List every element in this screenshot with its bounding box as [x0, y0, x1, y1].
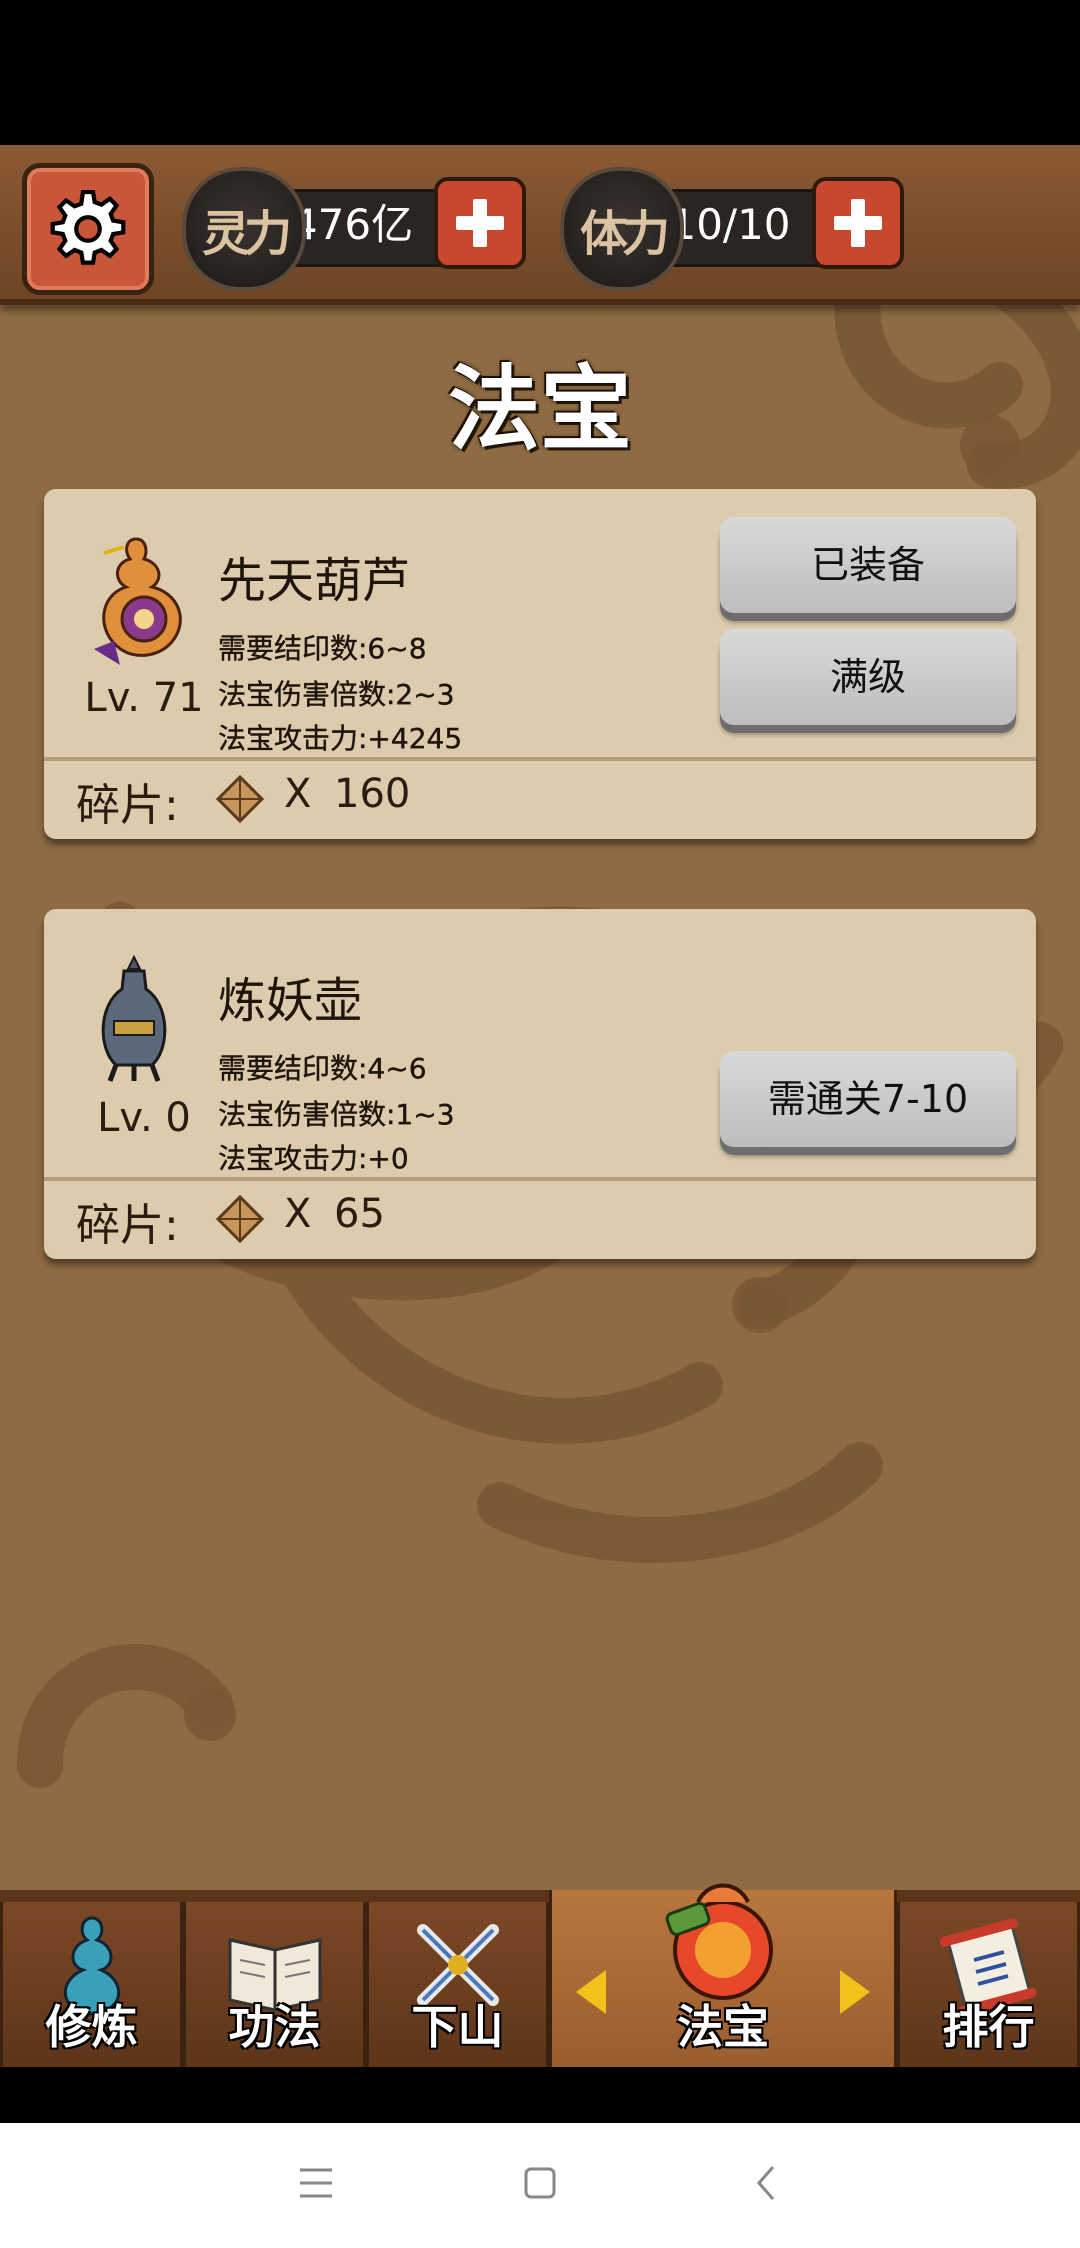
- screen-bottom-band: [0, 2067, 1080, 2123]
- max-level-button[interactable]: 满级: [720, 629, 1016, 725]
- page-title: 法宝: [447, 356, 632, 463]
- treasure-card-gourd: Lv. 71 先天葫芦 需要结印数:6~8 法宝伤害倍数:2~3 法宝攻击力:+…: [44, 489, 1036, 839]
- shard-row: 碎片: X 160: [44, 761, 1036, 837]
- tab-treasure[interactable]: 法宝: [549, 1883, 897, 2067]
- menu-icon[interactable]: [286, 2153, 346, 2213]
- treasure-info: Lv. 71 先天葫芦 需要结印数:6~8 法宝伤害倍数:2~3 法宝攻击力:+…: [44, 489, 1036, 761]
- item-name: 炼妖壶: [218, 973, 363, 1029]
- stamina-icon: 体力: [560, 167, 684, 291]
- tab-label: 修炼: [45, 2000, 138, 2054]
- shard-count: 65: [334, 1191, 385, 1237]
- treasure-info: Lv. 0 炼妖壶 需要结印数:4~6 法宝伤害倍数:1~3 法宝攻击力:+0 …: [44, 909, 1036, 1181]
- add-spirit-button[interactable]: [434, 177, 526, 269]
- resource-bar: 476亿 灵力 10/10 体力: [0, 145, 1080, 305]
- stat-attack: 法宝攻击力:+4245: [218, 722, 463, 755]
- shard-icon: [215, 1194, 265, 1244]
- tab-cultivate[interactable]: 修炼: [0, 1902, 183, 2067]
- tab-skills[interactable]: 功法: [183, 1902, 366, 2067]
- bottom-nav: 修炼 功法 下山 法宝 排行: [0, 1883, 1080, 2067]
- shard-label: 碎片:: [76, 780, 179, 831]
- gear-icon: [50, 189, 126, 265]
- add-stamina-button[interactable]: [812, 177, 904, 269]
- status-bar: [0, 0, 1080, 145]
- unlock-requirement-button[interactable]: 需通关7-10: [720, 1051, 1016, 1147]
- tab-label: 下山: [411, 2000, 504, 2054]
- stat-damage-multiplier: 法宝伤害倍数:2~3: [218, 678, 455, 711]
- shard-icon: [215, 774, 265, 824]
- shard-row: 碎片: X 65: [44, 1181, 1036, 1257]
- back-icon[interactable]: [736, 2153, 796, 2213]
- shard-count: 160: [334, 771, 411, 817]
- home-icon[interactable]: [510, 2153, 570, 2213]
- settings-button[interactable]: [22, 163, 154, 295]
- system-nav-bar: [0, 2123, 1080, 2248]
- spirit-icon: 灵力: [182, 167, 306, 291]
- tab-label: 排行: [942, 2000, 1035, 2054]
- treasure-bag-icon: [665, 1883, 773, 2000]
- game-screen: 476亿 灵力 10/10 体力 法宝 Lv. 71 先天葫芦 需要结印数:6~…: [0, 145, 1080, 2067]
- item-level: Lv. 71: [84, 675, 204, 721]
- demon-pot-icon: [101, 954, 167, 1082]
- equipped-button[interactable]: 已装备: [720, 517, 1016, 613]
- gourd-icon: [94, 537, 182, 665]
- item-name: 先天葫芦: [218, 553, 411, 609]
- tab-ranking[interactable]: 排行: [897, 1902, 1080, 2067]
- tab-label: 法宝: [677, 2000, 769, 2054]
- shard-label: 碎片:: [76, 1200, 179, 1251]
- tab-label: 功法: [228, 2000, 321, 2054]
- stat-seal-count: 需要结印数:4~6: [218, 1052, 427, 1085]
- stat-damage-multiplier: 法宝伤害倍数:1~3: [218, 1098, 455, 1131]
- stat-attack: 法宝攻击力:+0: [218, 1142, 409, 1175]
- stat-seal-count: 需要结印数:6~8: [218, 632, 427, 665]
- shard-multiplier: X: [284, 771, 312, 817]
- treasure-card-pot: Lv. 0 炼妖壶 需要结印数:4~6 法宝伤害倍数:1~3 法宝攻击力:+0 …: [44, 909, 1036, 1259]
- tab-descend[interactable]: 下山: [366, 1902, 549, 2067]
- shard-multiplier: X: [284, 1191, 312, 1237]
- item-level: Lv. 0: [97, 1095, 191, 1141]
